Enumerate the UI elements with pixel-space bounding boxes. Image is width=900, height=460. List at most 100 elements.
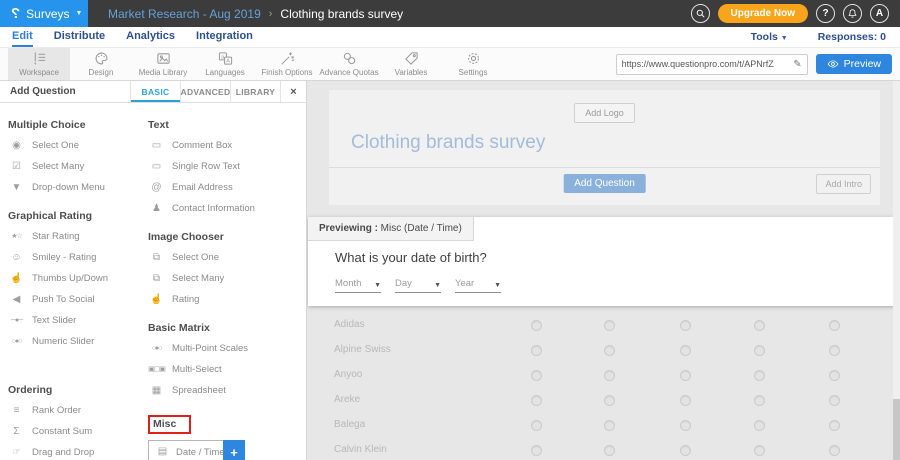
radio-button[interactable]: [680, 320, 691, 331]
question-type-date-time[interactable]: ▤Date / Time+: [148, 440, 245, 460]
question-type-select-one[interactable]: ◉Select One: [8, 135, 148, 156]
tab-advanced[interactable]: ADVANCED: [180, 81, 230, 102]
question-type-email-address[interactable]: @Email Address: [148, 177, 303, 198]
radio-button[interactable]: [829, 370, 840, 381]
radio-button[interactable]: [531, 345, 542, 356]
nav-tab-distribute[interactable]: Distribute: [54, 27, 105, 47]
breadcrumb-folder[interactable]: Market Research - Aug 2019: [108, 7, 261, 21]
radio-button[interactable]: [531, 395, 542, 406]
toolbar-item-design[interactable]: Design: [70, 48, 132, 80]
question-type-comment-box[interactable]: ▭Comment Box: [148, 135, 303, 156]
date-select-year[interactable]: Year▼: [455, 278, 501, 293]
radio-button[interactable]: [531, 445, 542, 456]
question-type-label: Select Many: [32, 161, 84, 172]
radio-button[interactable]: [531, 370, 542, 381]
responses-count[interactable]: Responses: 0: [818, 31, 886, 43]
toolbar-item-media-library[interactable]: Media Library: [132, 48, 194, 80]
question-type-star-rating[interactable]: ★☆Star Rating: [8, 226, 148, 247]
question-type-text-slider[interactable]: ─●─Text Slider: [8, 310, 148, 331]
radio-button[interactable]: [754, 395, 765, 406]
preview-button[interactable]: Preview: [816, 54, 892, 74]
section-ordering: Ordering≡Rank OrderΣConstant Sum☞Drag an…: [8, 384, 148, 460]
survey-url-input[interactable]: [622, 59, 794, 69]
toolbar-item-finish-options[interactable]: Finish Options: [256, 48, 318, 80]
edit-url-pencil-icon[interactable]: ✎: [793, 59, 801, 70]
question-type-drop-down-menu[interactable]: ▼Drop-down Menu: [8, 177, 148, 198]
question-type-single-row-text[interactable]: ▭Single Row Text: [148, 156, 303, 177]
question-type-select-many[interactable]: ☑ Select Many: [8, 156, 148, 177]
question-type-constant-sum[interactable]: ΣConstant Sum: [8, 421, 148, 442]
nav-tab-integration[interactable]: Integration: [196, 27, 253, 47]
radio-button[interactable]: [604, 345, 615, 356]
radio-button[interactable]: [531, 320, 542, 331]
matrix-row: Alpine Swiss: [307, 339, 893, 364]
nav-tab-analytics[interactable]: Analytics: [126, 27, 175, 47]
radio-button[interactable]: [754, 370, 765, 381]
checkbox-stack-icon: ☑: [8, 162, 25, 172]
radio-button[interactable]: [829, 395, 840, 406]
tag-icon: [404, 51, 419, 66]
add-intro-button[interactable]: Add Intro: [816, 174, 871, 194]
question-type-numeric-slider[interactable]: ○●○Numeric Slider: [8, 331, 148, 352]
radio-button[interactable]: [754, 445, 765, 456]
tools-menu[interactable]: Tools ▼: [751, 31, 788, 43]
question-type-rating[interactable]: ☝Rating: [148, 289, 303, 310]
close-panel-button[interactable]: ×: [280, 81, 306, 102]
scrollbar-thumb[interactable]: [893, 399, 900, 460]
matrix-row: Adidas: [307, 314, 893, 339]
radio-button[interactable]: [829, 320, 840, 331]
question-type-select-one[interactable]: ⧉Select One: [148, 247, 303, 268]
toolbar-item-settings[interactable]: Settings: [442, 48, 504, 80]
question-type-contact-information[interactable]: ♟Contact Information: [148, 198, 303, 219]
search-button[interactable]: [691, 4, 710, 23]
radio-button[interactable]: [531, 420, 542, 431]
radio-button[interactable]: [754, 345, 765, 356]
scrollbar-track[interactable]: [893, 81, 900, 460]
add-logo-button[interactable]: Add Logo: [574, 103, 635, 123]
question-type-rank-order[interactable]: ≡Rank Order: [8, 400, 148, 421]
nav-tab-edit[interactable]: Edit: [12, 27, 33, 47]
question-type-thumbs-up-down[interactable]: ☝Thumbs Up/Down: [8, 268, 148, 289]
upgrade-now-button[interactable]: Upgrade Now: [718, 4, 808, 23]
radio-button[interactable]: [604, 420, 615, 431]
question-type-select-many[interactable]: ⧉Select Many: [148, 268, 303, 289]
help-button[interactable]: ?: [816, 4, 835, 23]
radio-button[interactable]: [604, 395, 615, 406]
radio-button[interactable]: [829, 420, 840, 431]
radio-button[interactable]: [680, 420, 691, 431]
add-date-time-button[interactable]: +: [223, 440, 245, 460]
toolbar-item-languages[interactable]: aALanguages: [194, 48, 256, 80]
radio-button[interactable]: [604, 320, 615, 331]
radio-button[interactable]: [604, 445, 615, 456]
radio-button[interactable]: [829, 445, 840, 456]
add-question-button[interactable]: Add Question: [563, 174, 646, 193]
radio-button[interactable]: [754, 420, 765, 431]
radio-button[interactable]: [680, 370, 691, 381]
question-type-spreadsheet[interactable]: ▦Spreadsheet: [148, 380, 303, 401]
question-type-multi-select[interactable]: ▣▢▣Multi-Select: [148, 359, 303, 380]
survey-url-box: ✎: [616, 54, 808, 75]
question-type-drag-and-drop[interactable]: ☞Drag and Drop: [8, 442, 148, 460]
tab-library[interactable]: LIBRARY: [230, 81, 280, 102]
notifications-button[interactable]: [843, 4, 862, 23]
avatar[interactable]: A: [870, 4, 889, 23]
chevron-down-icon: ▼: [781, 35, 788, 42]
date-select-month[interactable]: Month▼: [335, 278, 381, 293]
radio-button[interactable]: [829, 345, 840, 356]
radio-button[interactable]: [680, 395, 691, 406]
question-type-multi-point-scales[interactable]: ○●○Multi-Point Scales: [148, 338, 303, 359]
question-type-smiley-rating[interactable]: ☺Smiley - Rating: [8, 247, 148, 268]
app-logo-block[interactable]: ? Surveys ▼: [0, 0, 88, 27]
radio-button[interactable]: [754, 320, 765, 331]
toolbar-item-variables[interactable]: Variables: [380, 48, 442, 80]
radio-button[interactable]: [680, 445, 691, 456]
toolbar-item-advance-quotas[interactable]: Advance Quotas: [318, 48, 380, 80]
tab-basic[interactable]: BASIC: [130, 81, 180, 102]
radio-button[interactable]: [680, 345, 691, 356]
toolbar-item-workspace[interactable]: Workspace: [8, 48, 70, 80]
survey-title[interactable]: Clothing brands survey: [351, 132, 880, 154]
radio-button[interactable]: [604, 370, 615, 381]
chevron-down-icon: ▼: [434, 282, 441, 289]
question-type-push-to-social[interactable]: ◀Push To Social: [8, 289, 148, 310]
date-select-day[interactable]: Day▼: [395, 278, 441, 293]
